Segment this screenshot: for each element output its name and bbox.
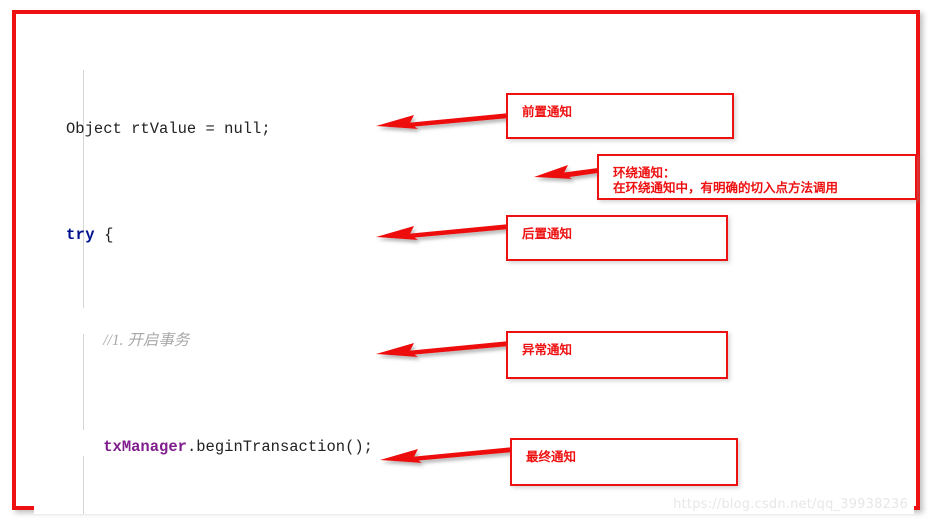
code-block: Object rtValue = null; try { //1. 开启事务 t… (66, 36, 531, 514)
code-panel: Object rtValue = null; try { //1. 开启事务 t… (34, 28, 914, 514)
callout-label-before-notice: 前置通知 (522, 104, 573, 119)
code-token: Object rtValue = (66, 119, 225, 138)
callout-label-finally-notice: 最终通知 (526, 449, 577, 464)
code-line-1: Object rtValue = null; (66, 116, 531, 143)
code-line-2: try { (66, 222, 531, 249)
red-outline-frame: Object rtValue = null; try { //1. 开启事务 t… (12, 10, 920, 514)
screenshot-root: Object rtValue = null; try { //1. 开启事务 t… (0, 0, 934, 528)
callout-box-before-notice: 前置通知 (506, 93, 734, 139)
code-token: { (94, 225, 114, 244)
callout-box-after-notice: 后置通知 (506, 215, 728, 261)
callout-label-throwing-notice: 异常通知 (522, 342, 573, 357)
callout-label-around-notice: 环绕通知： 在环绕通知中，有明确的切入点方法调用 (613, 165, 839, 195)
keyword-try: try (66, 225, 95, 244)
comment-open-transaction: //1. 开启事务 (103, 331, 190, 349)
code-token: ; (261, 119, 271, 138)
code-line-4: txManager.beginTransaction(); (66, 434, 531, 461)
callout-label-after-notice: 后置通知 (522, 226, 573, 241)
identifier-txmanager: txManager (103, 437, 187, 456)
watermark-url: https://blog.csdn.net/qq_39938236 (673, 497, 908, 512)
code-token: .beginTransaction(); (186, 437, 373, 456)
code-line-3: //1. 开启事务 (66, 328, 531, 355)
callout-box-throwing-notice: 异常通知 (506, 331, 728, 379)
callout-box-around-notice: 环绕通知： 在环绕通知中，有明确的切入点方法调用 (597, 154, 917, 200)
callout-box-finally-notice: 最终通知 (510, 438, 738, 486)
code-token-null: null (224, 119, 262, 138)
